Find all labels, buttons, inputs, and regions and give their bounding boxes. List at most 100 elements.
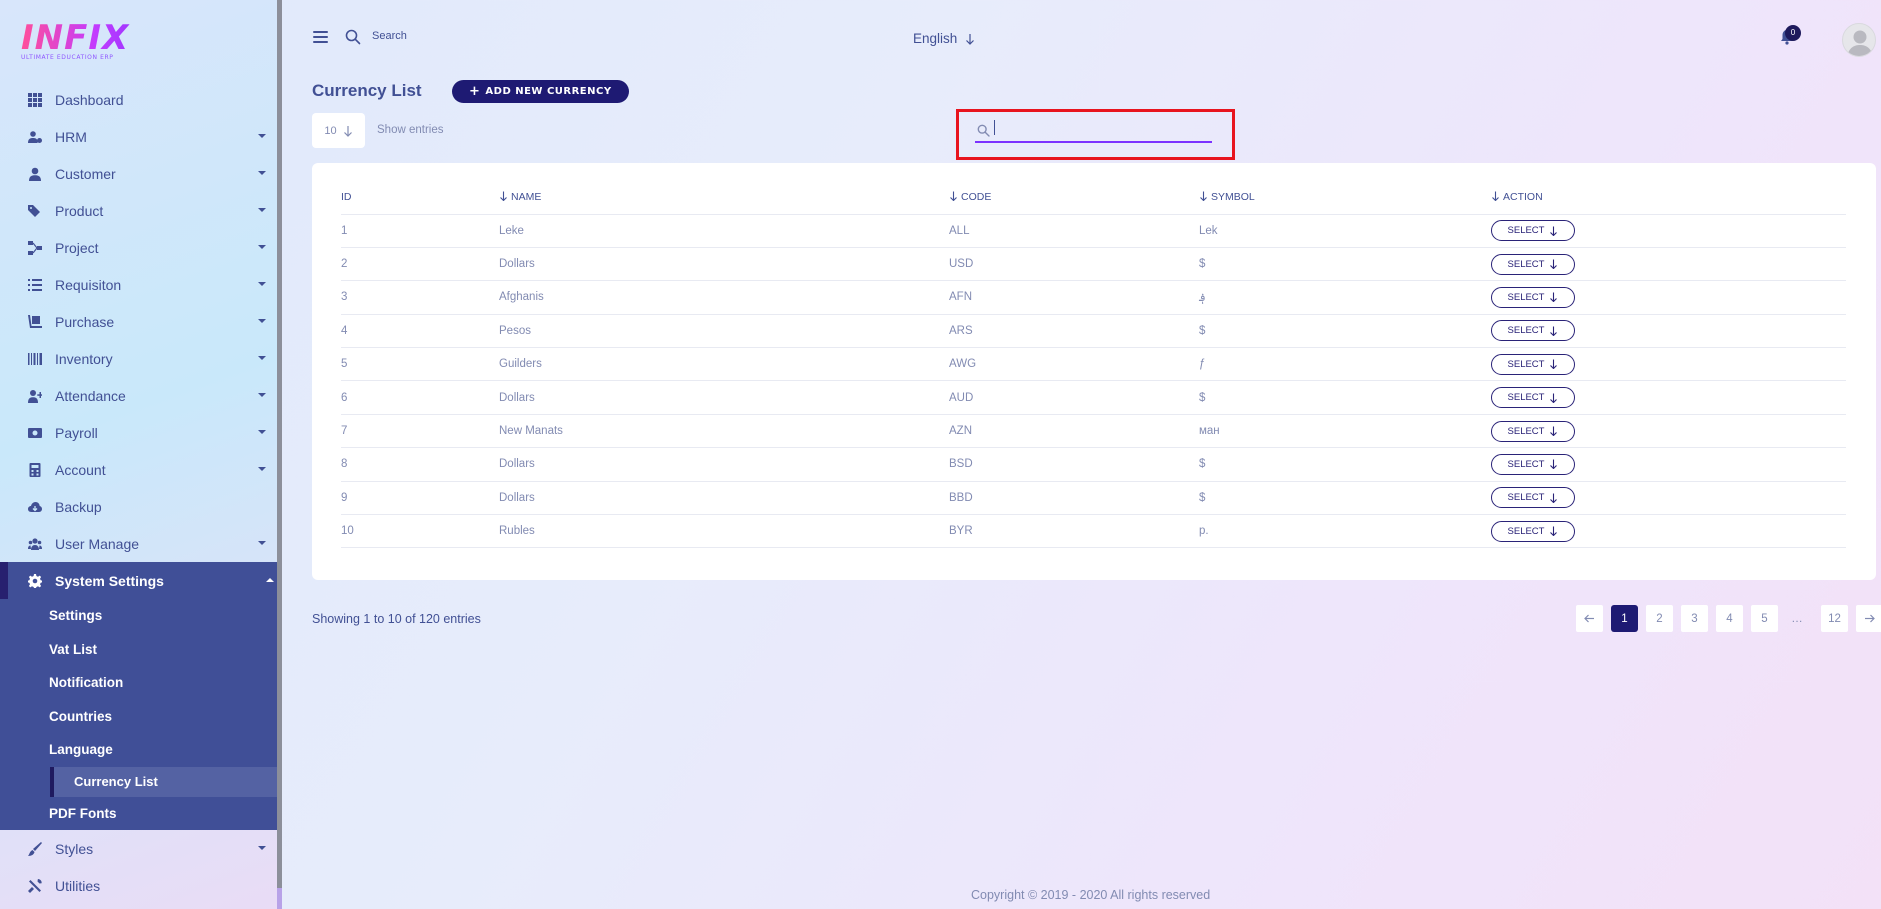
pagination-prev-button[interactable] bbox=[1576, 605, 1603, 632]
select-action-button[interactable]: SELECT bbox=[1491, 520, 1575, 542]
sidebar-scrollbar-thumb[interactable] bbox=[277, 888, 282, 909]
sort-arrow-icon bbox=[1492, 191, 1499, 201]
language-selector[interactable]: English bbox=[913, 31, 975, 46]
sidebar-item-label: System Settings bbox=[55, 572, 164, 589]
caret-down-icon bbox=[258, 541, 266, 545]
select-label: SELECT bbox=[1507, 258, 1545, 270]
select-action-button[interactable]: SELECT bbox=[1491, 253, 1575, 275]
table-row: 6 Dollars AUD $ SELECT bbox=[341, 380, 1846, 415]
sidebar-item-payroll[interactable]: Payroll bbox=[0, 414, 282, 451]
sidebar-subitem-pdf-fonts[interactable]: PDF Fonts bbox=[0, 797, 282, 831]
cell-name: Dollars bbox=[499, 247, 949, 282]
sidebar-scrollbar[interactable] bbox=[277, 0, 282, 909]
sidebar-item-dashboard[interactable]: Dashboard bbox=[0, 81, 282, 118]
caret-down-icon bbox=[258, 171, 266, 175]
pagination-page-12[interactable]: 12 bbox=[1821, 605, 1848, 632]
pagination-page-1[interactable]: 1 bbox=[1611, 605, 1638, 632]
cell-action: SELECT bbox=[1491, 347, 1846, 382]
sidebar-item-user-manage[interactable]: User Manage bbox=[0, 525, 282, 562]
column-header-name[interactable]: NAME bbox=[499, 180, 949, 215]
text-cursor bbox=[994, 120, 995, 135]
pagination-page-5[interactable]: 5 bbox=[1751, 605, 1778, 632]
column-header-action[interactable]: ACTION bbox=[1491, 180, 1846, 215]
sidebar-item-product[interactable]: Product bbox=[0, 192, 282, 229]
cell-id: 4 bbox=[341, 314, 499, 349]
sidebar-item-customer[interactable]: Customer bbox=[0, 155, 282, 192]
sidebar-item-backup[interactable]: Backup bbox=[0, 488, 282, 525]
cell-name: Dollars bbox=[499, 380, 949, 415]
cell-action: SELECT bbox=[1491, 314, 1846, 349]
column-header-code[interactable]: CODE bbox=[949, 180, 1199, 215]
entries-value: 10 bbox=[324, 124, 337, 137]
arrow-left-icon bbox=[1584, 614, 1594, 623]
cell-symbol: $ bbox=[1199, 380, 1491, 415]
entries-per-page-select[interactable]: 10 bbox=[312, 113, 365, 148]
pagination-page-3[interactable]: 3 bbox=[1681, 605, 1708, 632]
sidebar-item-purchase[interactable]: Purchase bbox=[0, 303, 282, 340]
cell-code: AWG bbox=[949, 347, 1199, 382]
sidebar-item-attendance[interactable]: Attendance bbox=[0, 377, 282, 414]
select-action-button[interactable]: SELECT bbox=[1491, 220, 1575, 242]
avatar-user-icon bbox=[1847, 30, 1873, 56]
table-row: 5 Guilders AWG ƒ SELECT bbox=[341, 347, 1846, 382]
pagination-next-button[interactable] bbox=[1856, 605, 1881, 632]
select-action-button[interactable]: SELECT bbox=[1491, 286, 1575, 308]
sidebar-subitem-language[interactable]: Language bbox=[0, 733, 282, 767]
sidebar-item-styles[interactable]: Styles bbox=[0, 830, 282, 867]
arrow-down-icon bbox=[1550, 426, 1558, 437]
select-action-button[interactable]: SELECT bbox=[1491, 453, 1575, 475]
sidebar-subitem-currency-list[interactable]: Currency List bbox=[50, 766, 282, 797]
sidebar-subitem-vat-list[interactable]: Vat List bbox=[0, 633, 282, 667]
select-label: SELECT bbox=[1507, 392, 1545, 404]
sidebar-item-label: Account bbox=[55, 461, 106, 478]
cloud-download-icon bbox=[28, 501, 42, 512]
top-search-label[interactable]: Search bbox=[372, 30, 407, 42]
arrow-down-icon bbox=[1550, 292, 1558, 303]
select-action-button[interactable]: SELECT bbox=[1491, 487, 1575, 509]
column-header-id[interactable]: ID bbox=[341, 180, 499, 215]
search-icon[interactable] bbox=[345, 29, 361, 45]
select-action-button[interactable]: SELECT bbox=[1491, 387, 1575, 409]
sidebar-group-system-settings: System Settings Settings Vat List Notificat… bbox=[0, 562, 282, 830]
sidebar-item-inventory[interactable]: Inventory bbox=[0, 340, 282, 377]
sidebar-item-account[interactable]: Account bbox=[0, 451, 282, 488]
sidebar-item-hrm[interactable]: HRM bbox=[0, 118, 282, 155]
logo[interactable]: INFIX ULTIMATE EDUCATION ERP bbox=[21, 20, 171, 66]
select-action-button[interactable]: SELECT bbox=[1491, 353, 1575, 375]
sidebar-item-label: Utilities bbox=[55, 877, 101, 894]
cell-code: AZN bbox=[949, 414, 1199, 449]
cell-id: 1 bbox=[341, 214, 499, 248]
cell-name: Pesos bbox=[499, 314, 949, 349]
cell-code: BSD bbox=[949, 447, 1199, 482]
sidebar-item-system-settings[interactable]: System Settings bbox=[0, 562, 282, 599]
table-search-input[interactable] bbox=[975, 118, 1212, 143]
cell-action: SELECT bbox=[1491, 214, 1846, 248]
sidebar: INFIX ULTIMATE EDUCATION ERP Dashboard HR… bbox=[0, 0, 282, 909]
sidebar-item-project[interactable]: Project bbox=[0, 229, 282, 266]
sidebar-item-requisiton[interactable]: Requisiton bbox=[0, 266, 282, 303]
sidebar-subitem-settings[interactable]: Settings bbox=[0, 599, 282, 633]
cell-name: Dollars bbox=[499, 481, 949, 516]
sidebar-item-label: Backup bbox=[55, 498, 102, 515]
sidebar-item-label: HRM bbox=[55, 128, 87, 145]
users-cog-icon bbox=[28, 130, 42, 143]
sidebar-item-utilities[interactable]: Utilities bbox=[0, 867, 282, 904]
cell-symbol: $ bbox=[1199, 481, 1491, 516]
pagination-page-2[interactable]: 2 bbox=[1646, 605, 1673, 632]
select-label: SELECT bbox=[1507, 425, 1545, 437]
table-row: 8 Dollars BSD $ SELECT bbox=[341, 447, 1846, 482]
tags-icon bbox=[28, 204, 40, 217]
select-action-button[interactable]: SELECT bbox=[1491, 320, 1575, 342]
sidebar-item-label: Dashboard bbox=[55, 91, 124, 108]
cell-symbol: p. bbox=[1199, 514, 1491, 549]
avatar[interactable] bbox=[1842, 23, 1876, 57]
sidebar-item-label: Project bbox=[55, 239, 99, 256]
add-new-currency-button[interactable]: + ADD NEW CURRENCY bbox=[452, 80, 629, 103]
hamburger-menu-icon[interactable] bbox=[313, 31, 328, 43]
cell-id: 7 bbox=[341, 414, 499, 449]
column-header-symbol[interactable]: SYMBOL bbox=[1199, 180, 1491, 215]
select-action-button[interactable]: SELECT bbox=[1491, 420, 1575, 442]
sidebar-subitem-countries[interactable]: Countries bbox=[0, 700, 282, 734]
pagination-page-4[interactable]: 4 bbox=[1716, 605, 1743, 632]
sidebar-subitem-notification[interactable]: Notification bbox=[0, 666, 282, 700]
